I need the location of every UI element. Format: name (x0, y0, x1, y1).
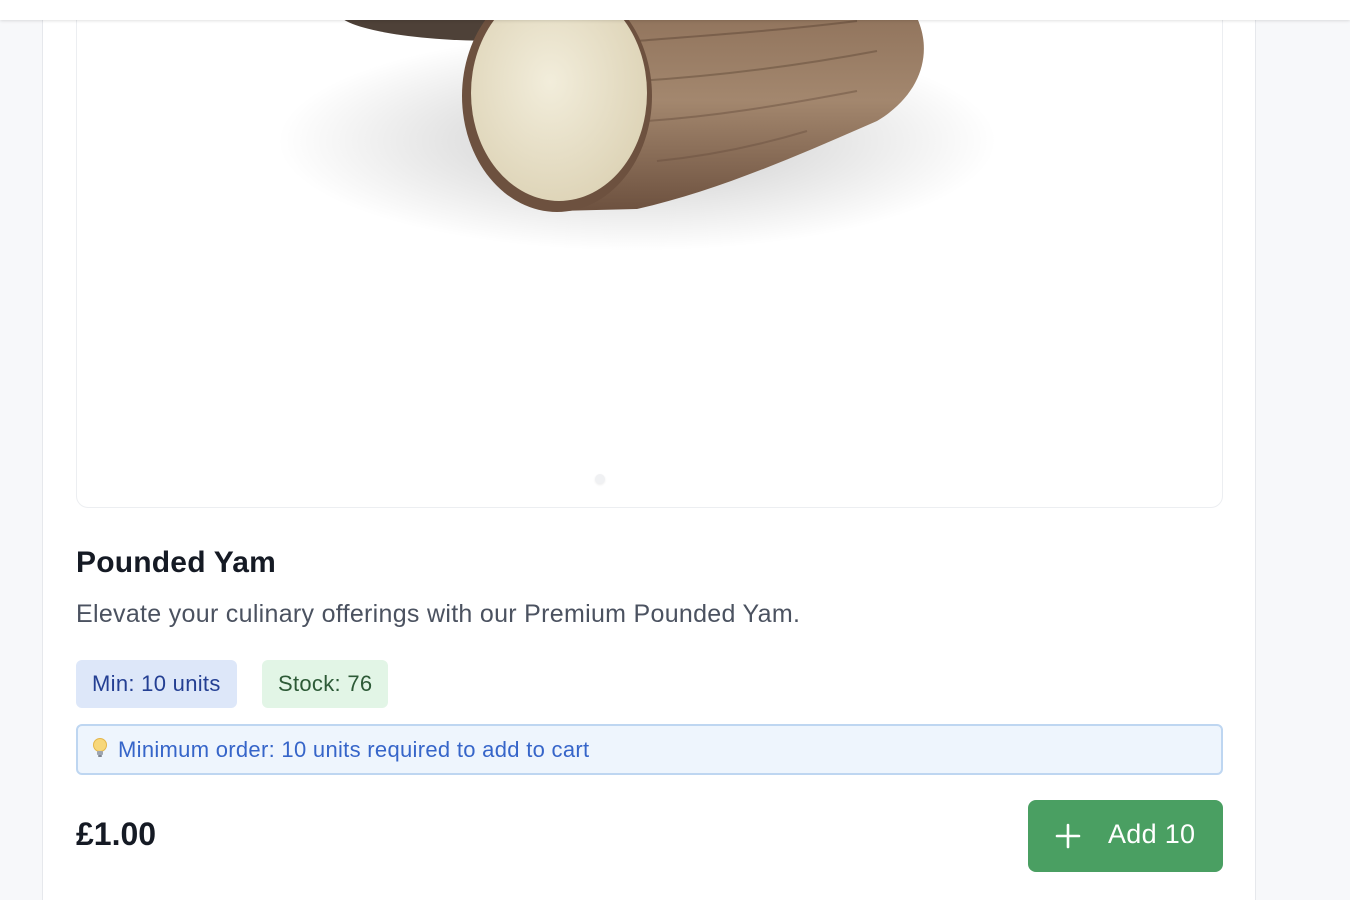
lightbulb-icon (92, 728, 114, 775)
top-bar (0, 0, 1350, 20)
carousel-dot[interactable] (595, 474, 605, 484)
min-units-badge: Min: 10 units (76, 660, 237, 708)
add-to-cart-label: Add 10 (1108, 819, 1196, 849)
product-image (277, 0, 997, 251)
minimum-order-notice-text: Minimum order: 10 units required to add … (118, 737, 590, 762)
product-image-frame (76, 0, 1223, 508)
stock-badge: Stock: 76 (262, 660, 389, 708)
product-price: £1.00 (76, 816, 157, 852)
product-card: Pounded Yam Elevate your culinary offeri… (42, 0, 1256, 900)
add-to-cart-button[interactable]: Add 10 (1028, 800, 1223, 872)
plus-icon (1054, 822, 1082, 857)
minimum-order-notice: Minimum order: 10 units required to add … (76, 724, 1223, 775)
product-title: Pounded Yam (76, 546, 277, 579)
product-description: Elevate your culinary offerings with our… (76, 600, 801, 628)
